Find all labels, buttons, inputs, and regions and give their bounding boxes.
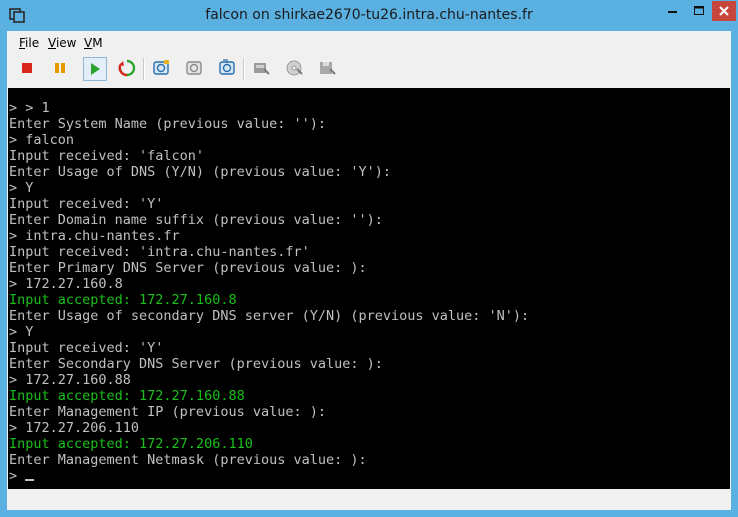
console-line: > 172.27.160.8 [9, 276, 529, 292]
console-line: Input received: 'intra.chu-nantes.fr' [9, 244, 529, 260]
console-line: Enter Management IP (previous value: ): [9, 404, 529, 420]
console-line-text: Input received: 'falcon' [9, 148, 205, 164]
menu-vm[interactable]: VM [84, 36, 103, 50]
console-line: > falcon [9, 132, 529, 148]
console-line: Enter Primary DNS Server (previous value… [9, 260, 529, 276]
console-line: > intra.chu-nantes.fr [9, 228, 529, 244]
console-line-text: > > 1 [9, 100, 50, 116]
console-line: > [9, 468, 529, 484]
floppy-button[interactable] [316, 57, 338, 79]
close-button[interactable] [712, 1, 736, 21]
console-line-text: Input accepted: 172.27.206.110 [9, 436, 253, 452]
maximize-button[interactable] [686, 1, 712, 21]
console-line: Input received: 'falcon' [9, 148, 529, 164]
console-line-text: > Y [9, 180, 34, 196]
cd-dvd-button[interactable] [283, 57, 305, 79]
vm-console-window: falcon on shirkae2670-tu26.intra.chu-nan… [0, 0, 738, 517]
reset-icon [118, 59, 136, 77]
console-line-text: Enter Management Netmask (previous value… [9, 452, 367, 468]
console-line: Enter Usage of secondary DNS server (Y/N… [9, 308, 529, 324]
stop-icon [22, 63, 32, 73]
console-line-text: > 172.27.206.110 [9, 420, 140, 436]
minimize-icon [668, 11, 677, 13]
console-line-text: Input accepted: 172.27.160.88 [9, 388, 245, 404]
console-line-accepted: Input accepted: 172.27.160.8 [9, 292, 529, 308]
floppy-icon [320, 62, 336, 75]
disk-icon [254, 63, 270, 75]
text-cursor [25, 479, 35, 481]
title-bar[interactable]: falcon on shirkae2670-tu26.intra.chu-nan… [0, 0, 738, 32]
console-line-text: Enter System Name (previous value: ''): [9, 116, 326, 132]
cd-icon [286, 60, 303, 76]
console-line-text: Input received: 'intra.chu-nantes.fr' [9, 244, 310, 260]
console-line-accepted: Input accepted: 172.27.206.110 [9, 436, 529, 452]
console-line-text: Enter Management IP (previous value: ): [9, 404, 326, 420]
console-line-text: Enter Primary DNS Server (previous value… [9, 260, 367, 276]
console-line-text: Enter Domain name suffix (previous value… [9, 212, 383, 228]
close-icon [719, 6, 729, 16]
menu-view[interactable]: View [48, 36, 76, 50]
vm-console-screen[interactable]: > > 1 Enter System Name (previous value: … [8, 88, 730, 489]
pause-icon [55, 63, 65, 73]
console-line-text: > falcon [9, 132, 75, 148]
snapshot-manager-icon [219, 59, 235, 75]
console-line-text: Enter Secondary DNS Server (previous val… [9, 356, 383, 372]
power-on-button[interactable] [83, 57, 107, 81]
console-line: > 172.27.206.110 [9, 420, 529, 436]
console-line-text: Enter Usage of DNS (Y/N) (previous value… [9, 164, 392, 180]
snapshot-take-icon [153, 60, 169, 75]
console-line-accepted: Input accepted: 172.27.160.88 [9, 388, 529, 404]
menu-file[interactable]: File [19, 36, 39, 50]
snapshot-manager-button[interactable] [216, 57, 238, 79]
console-line-text: > 172.27.160.8 [9, 276, 123, 292]
console-line-text: > [9, 468, 26, 484]
console-line-text: > Y [9, 324, 34, 340]
power-off-button[interactable] [16, 57, 38, 79]
console-line: Enter Management Netmask (previous value… [9, 452, 529, 468]
console-line: > > 1 [9, 100, 529, 116]
maximize-icon [694, 6, 704, 15]
console-line: Enter Domain name suffix (previous value… [9, 212, 529, 228]
console-line-text: Input received: 'Y' [9, 196, 164, 212]
revert-snapshot-button[interactable] [183, 57, 205, 79]
menu-bar: File View VM [7, 31, 731, 53]
console-line: > 172.27.160.88 [9, 372, 529, 388]
minimize-button[interactable] [659, 1, 686, 21]
console-line: > Y [9, 324, 529, 340]
snapshot-revert-icon [186, 61, 202, 75]
console-line: > Y [9, 180, 529, 196]
toolbar-separator [143, 58, 145, 80]
console-line-text: Input received: 'Y' [9, 340, 164, 356]
console-line-text: Enter Usage of secondary DNS server (Y/N… [9, 308, 530, 324]
console-output: > > 1 Enter System Name (previous value: … [9, 100, 529, 484]
console-line-text: > 172.27.160.88 [9, 372, 131, 388]
console-line: Enter Secondary DNS Server (previous val… [9, 356, 529, 372]
take-snapshot-button[interactable] [150, 57, 172, 79]
toolbar [7, 55, 731, 87]
console-line-text: Input accepted: 172.27.160.8 [9, 292, 237, 308]
play-icon [91, 63, 100, 75]
console-line: Enter Usage of DNS (Y/N) (previous value… [9, 164, 529, 180]
console-line: Enter System Name (previous value: ''): [9, 116, 529, 132]
client-area: File View VM > > 1 Enter System Name (pr… [7, 31, 731, 510]
toolbar-separator [243, 58, 245, 80]
reset-button[interactable] [116, 57, 138, 79]
hard-disk-button[interactable] [250, 57, 272, 79]
console-line-text: > intra.chu-nantes.fr [9, 228, 180, 244]
console-line: Input received: 'Y' [9, 196, 529, 212]
suspend-button[interactable] [49, 57, 71, 79]
console-line: Input received: 'Y' [9, 340, 529, 356]
window-title: falcon on shirkae2670-tu26.intra.chu-nan… [205, 7, 533, 23]
